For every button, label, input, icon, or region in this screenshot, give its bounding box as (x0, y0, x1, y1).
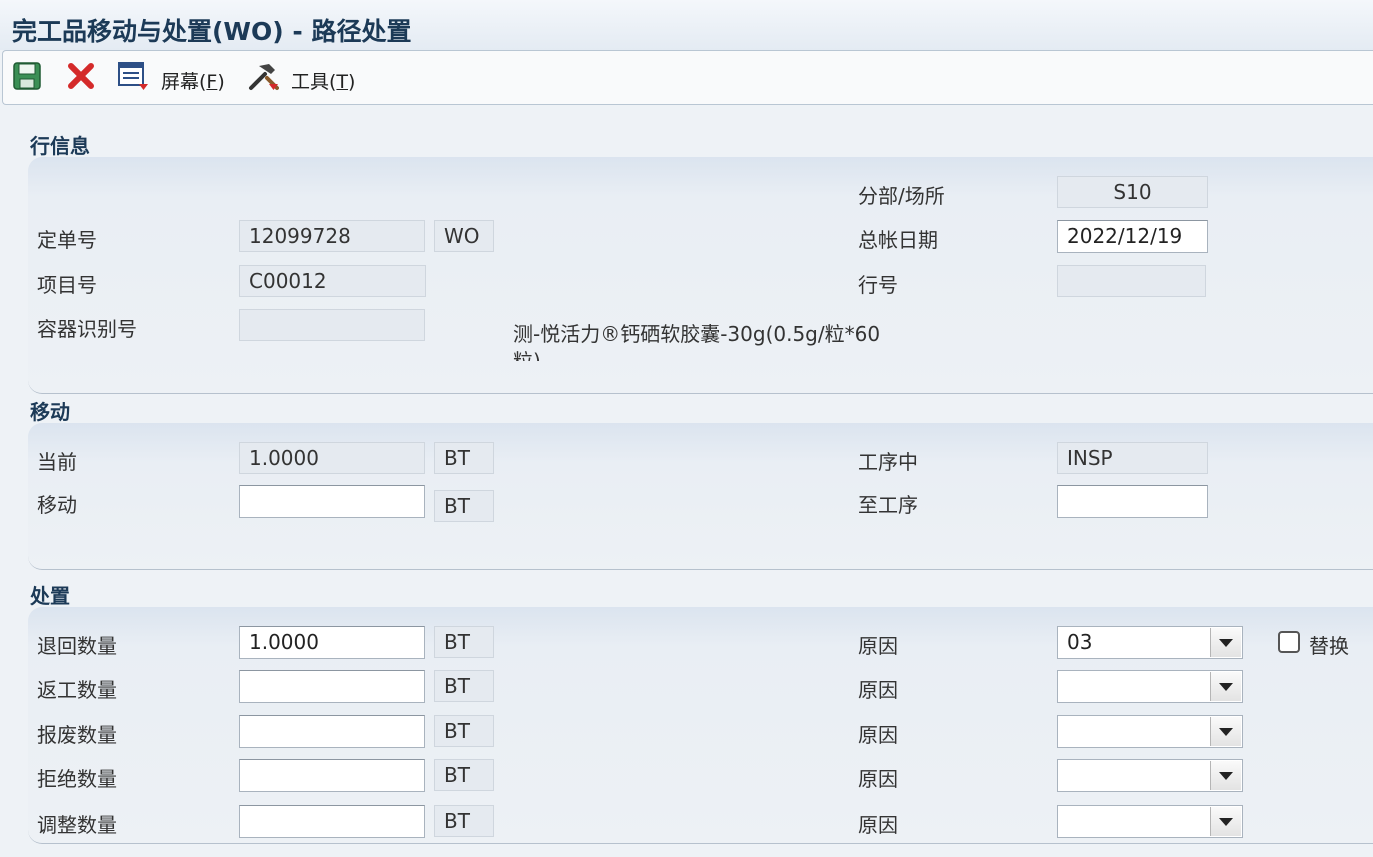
chevron-down-icon[interactable] (1210, 672, 1241, 701)
gl-date-label: 总帐日期 (858, 228, 938, 252)
scrap-uom-field: BT (434, 715, 494, 747)
save-disk-icon[interactable] (11, 60, 43, 92)
rework-qty-input[interactable] (239, 670, 425, 703)
rework-uom-field: BT (434, 670, 494, 702)
to-operation-input[interactable] (1057, 485, 1208, 518)
reject-reason-select[interactable] (1057, 759, 1243, 792)
adjust-reason-select[interactable] (1057, 805, 1243, 838)
branch-field: S10 (1057, 176, 1208, 208)
rework-reason-select[interactable] (1057, 670, 1243, 703)
chevron-down-icon[interactable] (1210, 717, 1241, 746)
window-title: 完工品移动与处置(WO) - 路径处置 (12, 17, 412, 46)
item-description: 测-悦活力®钙硒软胶囊-30g(0.5g/粒*60 (513, 322, 881, 346)
tools-menu-key: T (336, 71, 349, 93)
screen-menu-key: F (206, 71, 218, 93)
section-title-move: 移动 (30, 400, 70, 424)
close-x-icon[interactable] (65, 60, 97, 92)
item-description-continued: 粒) (513, 349, 541, 361)
rework-reason-label: 原因 (858, 678, 898, 702)
return-reason-value: 03 (1067, 630, 1093, 654)
toolbar: 屏幕(F) 工具(T) (2, 50, 1373, 105)
screen-menu-icon[interactable] (117, 60, 149, 92)
adjust-qty-label: 调整数量 (37, 813, 117, 837)
to-operation-label: 至工序 (858, 493, 918, 517)
adjust-reason-label: 原因 (858, 813, 898, 837)
order-number-field: 12099728 (239, 220, 425, 252)
scrap-qty-input[interactable] (239, 715, 425, 748)
tools-menu[interactable]: 工具(T) (291, 67, 355, 94)
reject-qty-input[interactable] (239, 759, 425, 792)
screen-menu-paren: ) (217, 71, 225, 93)
return-uom-field: BT (434, 626, 494, 658)
screen-menu-label: 屏幕( (161, 71, 207, 93)
in-operation-label: 工序中 (858, 450, 918, 474)
move-qty-label: 移动 (37, 493, 77, 517)
return-qty-label: 退回数量 (37, 634, 117, 658)
reject-uom-field: BT (434, 759, 494, 791)
line-number-field (1057, 265, 1206, 297)
scrap-qty-label: 报废数量 (37, 723, 117, 747)
chevron-down-icon[interactable] (1210, 807, 1241, 836)
reject-reason-label: 原因 (858, 767, 898, 791)
item-description-overflow: 粒) (513, 345, 913, 361)
line-number-label: 行号 (858, 273, 898, 297)
rework-qty-label: 返工数量 (37, 678, 117, 702)
return-qty-input[interactable]: 1.0000 (239, 626, 425, 659)
section-title-line-info: 行信息 (30, 134, 90, 158)
container-id-field (239, 309, 425, 341)
return-reason-select[interactable]: 03 (1057, 626, 1243, 659)
title-bar: 完工品移动与处置(WO) - 路径处置 (0, 0, 1373, 50)
reject-qty-label: 拒绝数量 (37, 767, 117, 791)
tools-menu-paren: ) (348, 71, 356, 93)
order-number-label: 定单号 (37, 228, 97, 252)
container-id-label: 容器识别号 (37, 317, 137, 341)
item-number-label: 项目号 (37, 273, 97, 297)
current-qty-field: 1.0000 (239, 442, 425, 474)
gl-date-input[interactable]: 2022/12/19 (1057, 220, 1208, 253)
tools-menu-icon[interactable] (247, 60, 279, 92)
in-operation-field: INSP (1057, 442, 1208, 474)
chevron-down-icon[interactable] (1210, 628, 1241, 657)
replace-label: 替换 (1309, 634, 1349, 658)
screen-menu[interactable]: 屏幕(F) (161, 67, 225, 94)
tools-menu-label: 工具( (291, 71, 337, 93)
current-uom-field: BT (434, 442, 494, 474)
adjust-uom-field: BT (434, 805, 494, 837)
current-qty-label: 当前 (37, 450, 77, 474)
move-qty-input[interactable] (239, 485, 425, 518)
order-type-field: WO (434, 220, 494, 252)
scrap-reason-select[interactable] (1057, 715, 1243, 748)
return-reason-label: 原因 (858, 634, 898, 658)
chevron-down-icon[interactable] (1210, 761, 1241, 790)
scrap-reason-label: 原因 (858, 723, 898, 747)
move-uom-field: BT (434, 490, 494, 522)
adjust-qty-input[interactable] (239, 805, 425, 838)
item-number-field: C00012 (239, 265, 426, 297)
section-title-disposition: 处置 (30, 584, 70, 608)
branch-label: 分部/场所 (858, 184, 945, 208)
replace-checkbox[interactable] (1278, 631, 1300, 653)
